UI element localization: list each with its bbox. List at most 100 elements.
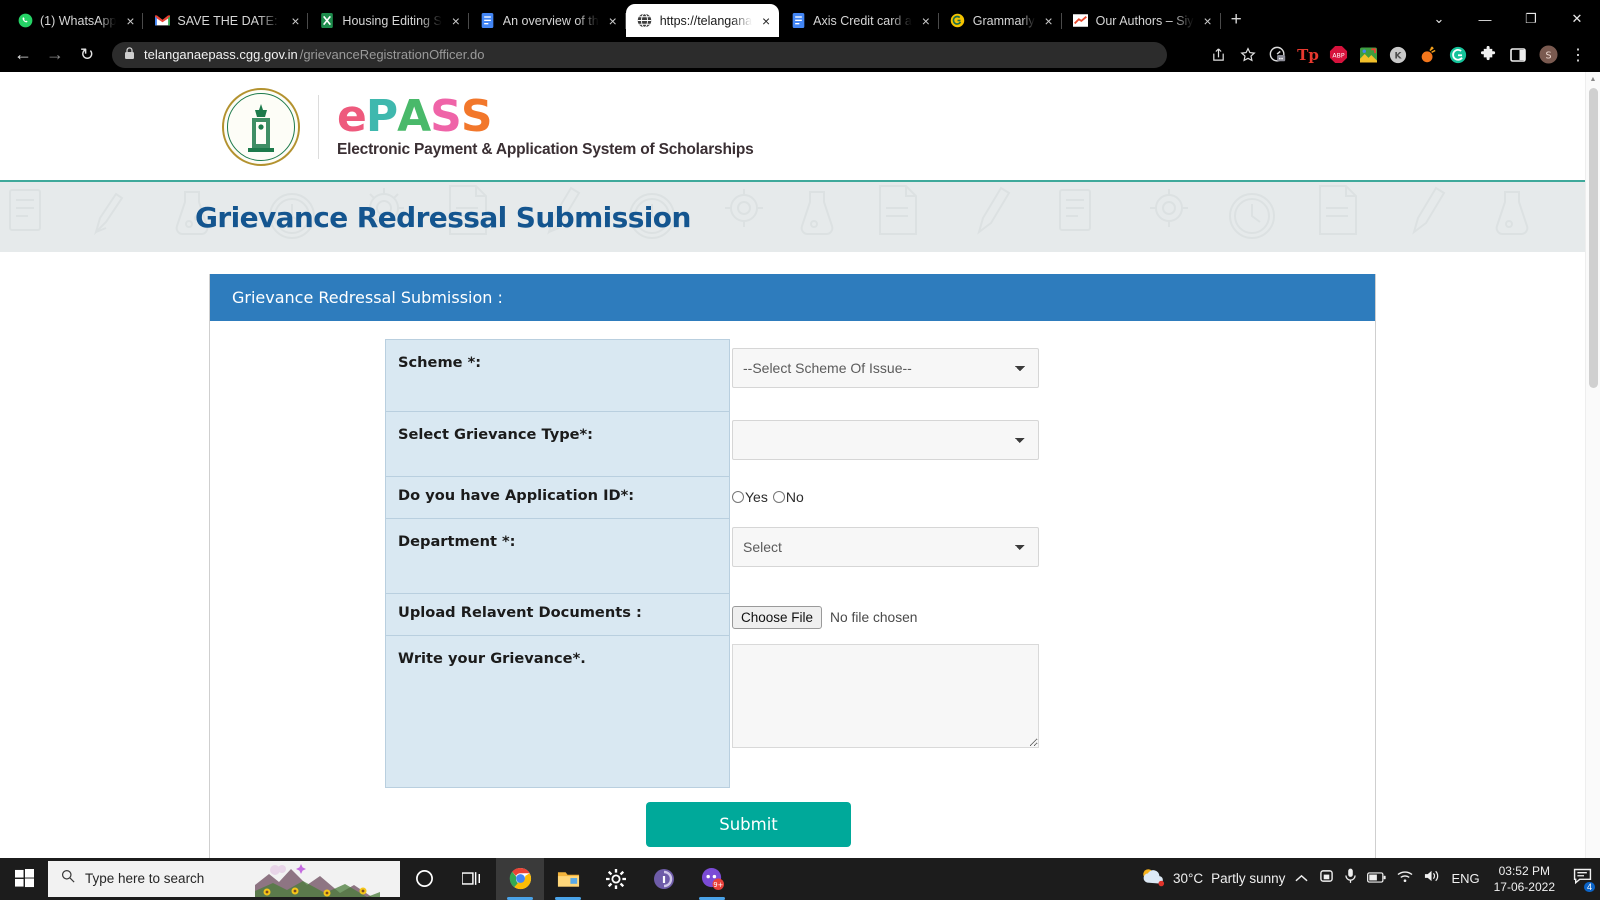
form-row-grievance-text: Write your Grievance*. bbox=[385, 635, 1039, 789]
file-input-row: Choose File No file chosen bbox=[732, 602, 1035, 629]
radio-yes-input[interactable] bbox=[732, 490, 744, 503]
battery-icon[interactable] bbox=[1367, 870, 1387, 888]
weather-widget[interactable]: 30°C Partly sunny bbox=[1139, 866, 1285, 891]
scrollbar-thumb[interactable] bbox=[1589, 88, 1598, 389]
globe-icon bbox=[637, 13, 653, 29]
epass-wordmark: ePASS bbox=[337, 95, 754, 139]
page-scrollbar[interactable]: ▲ bbox=[1585, 72, 1600, 858]
grievance-panel: Grievance Redressal Submission : Scheme … bbox=[209, 274, 1376, 858]
sidepanel-icon[interactable] bbox=[1504, 41, 1532, 69]
microphone-icon[interactable] bbox=[1345, 868, 1357, 889]
search-input[interactable]: Type here to search bbox=[48, 860, 400, 897]
scheme-select[interactable]: --Select Scheme Of Issue-- bbox=[732, 347, 1039, 388]
reload-icon[interactable]: ↻ bbox=[72, 40, 102, 70]
bittorrent-icon[interactable] bbox=[640, 858, 688, 900]
k-extension-icon[interactable]: K bbox=[1384, 41, 1412, 69]
page-title-banner: Grievance Redressal Submission bbox=[0, 180, 1585, 253]
wordmark-letter-a: A bbox=[397, 91, 431, 143]
close-tab-icon[interactable]: × bbox=[919, 14, 933, 28]
settings-gear-icon[interactable] bbox=[592, 858, 640, 900]
speedtest-icon[interactable] bbox=[1264, 41, 1292, 69]
browser-tab[interactable]: Grammarly × bbox=[939, 4, 1062, 37]
browser-tab[interactable]: Axis Credit card a × bbox=[779, 4, 939, 37]
messenger-icon[interactable]: 9+ bbox=[688, 858, 736, 900]
submit-row: Submit bbox=[122, 788, 1375, 848]
tab-title: https://telangana bbox=[659, 13, 753, 28]
browser-tab[interactable]: SAVE THE DATE: 4 × bbox=[143, 4, 309, 37]
radio-yes-label: Yes bbox=[745, 488, 768, 505]
department-select[interactable]: Select bbox=[732, 526, 1039, 567]
windows-start-icon[interactable] bbox=[0, 858, 48, 900]
site-logo[interactable]: ePASS Electronic Payment & Application S… bbox=[222, 88, 1585, 167]
label-scheme: Scheme *: bbox=[385, 339, 730, 413]
close-tab-icon[interactable]: × bbox=[1201, 14, 1215, 28]
grammarly-extension-icon[interactable] bbox=[1444, 41, 1472, 69]
radio-no-input[interactable] bbox=[772, 490, 785, 503]
scroll-up-arrow[interactable]: ▲ bbox=[1586, 72, 1600, 87]
excel-icon bbox=[319, 13, 335, 29]
label-department: Department *: bbox=[385, 518, 730, 595]
browser-tab-active[interactable]: https://telangana × bbox=[625, 4, 780, 38]
browser-tab[interactable]: Housing Editing S × bbox=[308, 4, 470, 37]
honey-extension-icon[interactable] bbox=[1414, 41, 1442, 69]
grievance-textarea[interactable] bbox=[732, 643, 1039, 748]
address-host: telanganaepass.cgg.gov.in bbox=[144, 47, 298, 63]
wifi-icon[interactable] bbox=[1397, 870, 1413, 888]
radio-option-no[interactable]: No bbox=[772, 489, 804, 505]
search-placeholder-text: Type here to search bbox=[85, 871, 205, 887]
chrome-icon[interactable] bbox=[496, 857, 544, 900]
onedrive-icon[interactable] bbox=[1319, 869, 1334, 888]
bookmark-star-icon[interactable] bbox=[1234, 41, 1262, 69]
close-tab-icon[interactable]: × bbox=[759, 14, 773, 28]
chrome-menu-icon[interactable]: ⋮ bbox=[1564, 41, 1592, 69]
close-tab-icon[interactable]: × bbox=[449, 14, 463, 28]
taskbar-clock[interactable]: 03:52 PM 17-06-2022 bbox=[1490, 863, 1559, 895]
submit-button[interactable]: Submit bbox=[646, 802, 851, 848]
svg-text:9+: 9+ bbox=[713, 882, 723, 890]
grammarly-icon bbox=[950, 13, 966, 29]
browser-tab[interactable]: An overview of th × bbox=[469, 4, 626, 37]
maximize-button[interactable]: ❐ bbox=[1508, 0, 1554, 38]
share-icon[interactable] bbox=[1204, 41, 1232, 69]
page-title: Grievance Redressal Submission bbox=[195, 200, 691, 234]
panel-body: Scheme *: --Select Scheme Of Issue-- Sel… bbox=[210, 321, 1375, 858]
close-window-button[interactable]: ✕ bbox=[1554, 0, 1600, 38]
address-bar[interactable]: telanganaepass.cgg.gov.in /grievanceRegi… bbox=[112, 41, 1167, 68]
close-tab-icon[interactable]: × bbox=[288, 14, 302, 28]
tab-title: (1) WhatsApp bbox=[40, 13, 117, 28]
tp-extension-icon[interactable]: Tp bbox=[1294, 41, 1322, 69]
close-tab-icon[interactable]: × bbox=[123, 14, 137, 28]
show-hidden-icons-chevron[interactable] bbox=[1295, 870, 1308, 888]
profile-avatar-icon[interactable]: S bbox=[1534, 41, 1562, 69]
tray-icons: ENG bbox=[1295, 868, 1480, 889]
search-wallpaper-art bbox=[255, 860, 400, 897]
toolbar-icon-group: Tp ABP K S ⋮ bbox=[1204, 41, 1592, 69]
task-view-icon[interactable] bbox=[448, 858, 496, 900]
language-indicator[interactable]: ENG bbox=[1451, 871, 1479, 886]
puzzle-extensions-icon[interactable] bbox=[1474, 41, 1502, 69]
cortana-icon[interactable] bbox=[400, 858, 448, 900]
address-path: /grievanceRegistrationOfficer.do bbox=[299, 47, 485, 63]
back-icon[interactable]: ← bbox=[8, 40, 38, 70]
file-explorer-icon[interactable] bbox=[544, 858, 592, 900]
choose-file-button[interactable]: Choose File bbox=[732, 605, 823, 629]
partly-sunny-icon bbox=[1139, 866, 1165, 891]
grievance-type-select[interactable] bbox=[732, 419, 1039, 460]
volume-icon[interactable] bbox=[1424, 869, 1440, 888]
minimize-button[interactable]: — bbox=[1462, 0, 1508, 38]
radio-option-yes[interactable]: Yes bbox=[732, 489, 768, 505]
panel-header-title: Grievance Redressal Submission : bbox=[210, 274, 1375, 322]
image-extension-icon[interactable] bbox=[1354, 41, 1382, 69]
notifications-icon[interactable]: 4 bbox=[1569, 868, 1595, 892]
forward-icon[interactable]: → bbox=[40, 40, 70, 70]
browser-tab[interactable]: (1) WhatsApp × bbox=[6, 4, 144, 37]
label-upload-documents: Upload Relavent Documents : bbox=[385, 593, 730, 637]
new-tab-button[interactable]: + bbox=[1221, 10, 1252, 37]
label-write-grievance: Write your Grievance*. bbox=[385, 635, 730, 789]
whatsapp-icon bbox=[17, 13, 33, 29]
tab-search-icon[interactable]: ⌄ bbox=[1416, 0, 1462, 38]
adblock-plus-icon[interactable]: ABP bbox=[1324, 41, 1352, 69]
browser-tab[interactable]: Our Authors – Siy × bbox=[1062, 4, 1221, 37]
close-tab-icon[interactable]: × bbox=[1042, 14, 1056, 28]
close-tab-icon[interactable]: × bbox=[606, 14, 620, 28]
